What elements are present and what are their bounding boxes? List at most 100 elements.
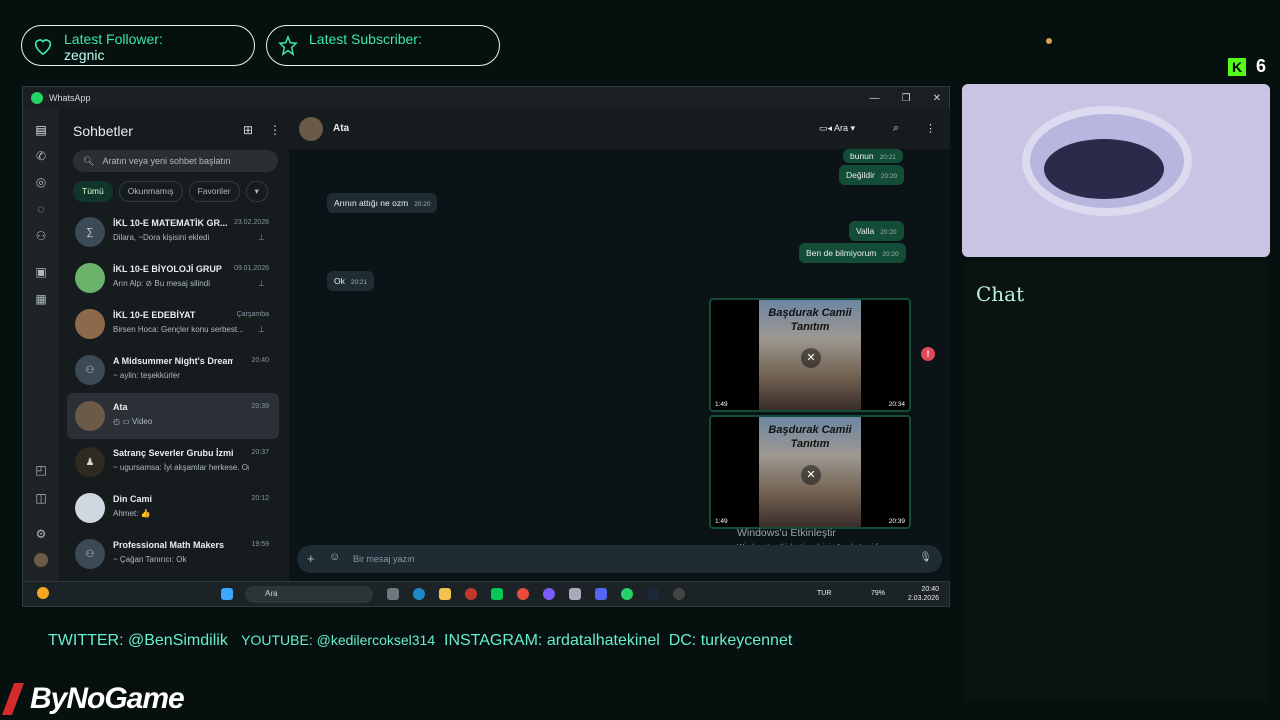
filter-all[interactable]: Tümü xyxy=(73,181,113,202)
close-button[interactable]: ✕ xyxy=(933,93,941,104)
media-icon[interactable]: ◰ xyxy=(34,463,48,477)
sidebar-title: Sohbetler xyxy=(73,123,133,139)
gallery-icon[interactable]: ◫ xyxy=(34,491,48,505)
taskbar-search[interactable]: Ara xyxy=(245,586,373,603)
heart-icon xyxy=(32,35,54,57)
app-icon[interactable] xyxy=(543,588,555,600)
chat-time: 23.02.2026 xyxy=(233,219,269,226)
settings-icon[interactable]: ⚙ xyxy=(34,527,48,541)
chat-preview: ~ Çağan Tanırıcı: Ok xyxy=(113,555,187,564)
steam-icon[interactable] xyxy=(647,588,659,600)
kick-logo-icon: K xyxy=(1228,57,1246,76)
chat-item[interactable]: Din Cami 20:12 Ahmet: 👍 xyxy=(67,485,279,531)
pin-icon: ⊥ xyxy=(258,279,265,288)
message-bubble-out: Ben de bilmiyorum 20:20 xyxy=(799,243,906,263)
chat-preview: ~ ugursamsa: İyi akşamlar herkese. Oğ... xyxy=(113,463,249,472)
chat-item[interactable]: İKL 10-E EDEBİYAT Çarşamba Birsen Hoca: Ge… xyxy=(67,301,279,347)
line-icon[interactable] xyxy=(491,588,503,600)
social-links-bar: TWITTER: @BenSimdilik YOUTUBE: @kedilerc… xyxy=(48,632,792,650)
chat-name: İKL 10-E EDEBİYAT xyxy=(113,310,196,320)
chrome-icon[interactable] xyxy=(517,588,529,600)
menu-dots-icon[interactable]: ⋮ xyxy=(269,123,281,137)
tools-icon[interactable]: ▦ xyxy=(34,292,48,306)
menu-dots-icon[interactable]: ⋮ xyxy=(925,122,936,135)
message-text: Valla xyxy=(856,226,875,236)
filter-unread[interactable]: Okunmamış xyxy=(118,181,183,202)
microphone-icon[interactable]: 🎙︎ xyxy=(919,552,932,563)
youtube-handle: YOUTUBE: @kedilercoksel314 xyxy=(241,632,436,648)
chat-item[interactable]: ⚇ Professional Math Makers 19:59 ~ Çağan Ta… xyxy=(67,531,279,577)
edge-icon[interactable] xyxy=(413,588,425,600)
search-placeholder: Aratın veya yeni sohbet başlatın xyxy=(102,156,231,166)
video-time: 20:34 xyxy=(888,401,905,408)
chat-item[interactable]: ⚇ A Midsummer Night's Dream 20:40 ~ aylin: … xyxy=(67,347,279,393)
battery-indicator[interactable]: 79% xyxy=(871,590,885,597)
language-indicator[interactable]: TUR xyxy=(817,590,831,597)
task-view-icon[interactable] xyxy=(387,588,399,600)
chats-icon[interactable]: ▤ xyxy=(34,123,48,137)
message-text: Ok xyxy=(334,276,345,286)
pen-tool-icon[interactable] xyxy=(569,588,581,600)
video-icon: ◴ ▭ xyxy=(113,417,132,426)
twitter-handle: TWITTER: @BenSimdilik xyxy=(48,632,228,649)
message-time: 20:21 xyxy=(350,279,368,286)
obs-icon[interactable] xyxy=(673,588,685,600)
app-tray-icon[interactable] xyxy=(37,587,49,599)
whatsapp-logo-icon xyxy=(31,92,43,104)
group-avatar xyxy=(75,309,105,339)
message-input[interactable]: Bir mesaj yazın xyxy=(353,554,415,564)
chat-time: 09.01.2026 xyxy=(233,265,269,272)
chat-item-selected[interactable]: Ata 20:39 ◴ ▭ Video xyxy=(67,393,279,439)
clock[interactable]: 20:40 2.03.2026 xyxy=(908,585,939,603)
message-bubble-in: Ok 20:21 xyxy=(327,271,375,291)
chat-preview: ◴ ▭ Video xyxy=(113,417,249,426)
contact-avatar[interactable] xyxy=(299,117,323,141)
search-input[interactable]: 🔍︎ Aratın veya yeni sohbet başlatın xyxy=(73,150,278,172)
search-icon[interactable]: ⌕ xyxy=(893,122,899,135)
chat-item[interactable]: ♟ Satranç Severler Grubu İzmir 20:37 ~ ugur… xyxy=(67,439,279,485)
video-message[interactable]: Başdurak Camii Tanıtım ✕ 1:49 20:39 xyxy=(709,415,911,529)
start-button-icon[interactable] xyxy=(221,588,233,600)
message-time: 20:20 xyxy=(880,229,897,236)
cancel-download-icon[interactable]: ✕ xyxy=(801,348,821,368)
maximize-button[interactable]: ❐ xyxy=(902,93,911,104)
chat-item[interactable]: ∑ İKL 10-E MATEMATİK GR... 23.02.2026 Dilar… xyxy=(67,209,279,255)
window-title: WhatsApp xyxy=(49,93,91,103)
clock-time: 20:40 xyxy=(921,586,939,593)
filter-more-dropdown[interactable]: ▾ xyxy=(245,181,268,202)
chat-time: 20:37 xyxy=(251,449,269,456)
communities-icon[interactable]: ⚇ xyxy=(34,229,48,243)
contact-name[interactable]: Ata xyxy=(333,123,349,134)
file-explorer-icon[interactable] xyxy=(439,588,451,600)
channels-icon[interactable]: ◌ xyxy=(34,202,48,216)
archive-icon[interactable]: ▣ xyxy=(34,265,48,279)
cancel-download-icon[interactable]: ✕ xyxy=(801,465,821,485)
chat-time: 20:12 xyxy=(251,495,269,502)
follower-label: Latest Follower: xyxy=(64,31,163,47)
chat-name: Professional Math Makers xyxy=(113,540,225,550)
chat-item[interactable]: İKL 10-E BİYOLOJİ GRUP 09.01.2026 Arın Alp… xyxy=(67,255,279,301)
message-text: Arının attığı ne ozm xyxy=(334,198,409,208)
whatsapp-taskbar-icon[interactable] xyxy=(621,588,633,600)
message-text: Ben de bilmiyorum xyxy=(806,248,877,258)
chat-list: ∑ İKL 10-E MATEMATİK GR... 23.02.2026 Dilar… xyxy=(67,209,279,577)
emoji-icon[interactable]: ☺ xyxy=(329,551,340,563)
status-icon[interactable]: ◎ xyxy=(34,175,48,189)
new-chat-icon[interactable]: ⊞ xyxy=(243,123,253,137)
attach-plus-icon[interactable]: + xyxy=(307,551,315,566)
star-icon xyxy=(277,34,299,57)
minimize-button[interactable]: — xyxy=(870,93,880,104)
video-message[interactable]: Başdurak Camii Tanıtım ✕ 1:49 20:34 xyxy=(709,298,911,412)
video-time: 20:39 xyxy=(888,518,905,525)
chat-name: Din Cami xyxy=(113,494,153,504)
profile-avatar[interactable] xyxy=(34,553,48,567)
filter-favorites[interactable]: Favoriler xyxy=(188,181,240,202)
video-duration: 1:49 xyxy=(715,518,728,525)
pin-icon: ⊥ xyxy=(258,325,265,334)
video-call-button[interactable]: ▭◂ Ara ▾ xyxy=(819,123,855,134)
message-text: bunun xyxy=(850,151,874,161)
calls-icon[interactable]: ✆ xyxy=(34,149,48,163)
discord-icon[interactable] xyxy=(595,588,607,600)
opera-icon[interactable] xyxy=(465,588,477,600)
send-error-icon[interactable]: ! xyxy=(921,347,935,361)
